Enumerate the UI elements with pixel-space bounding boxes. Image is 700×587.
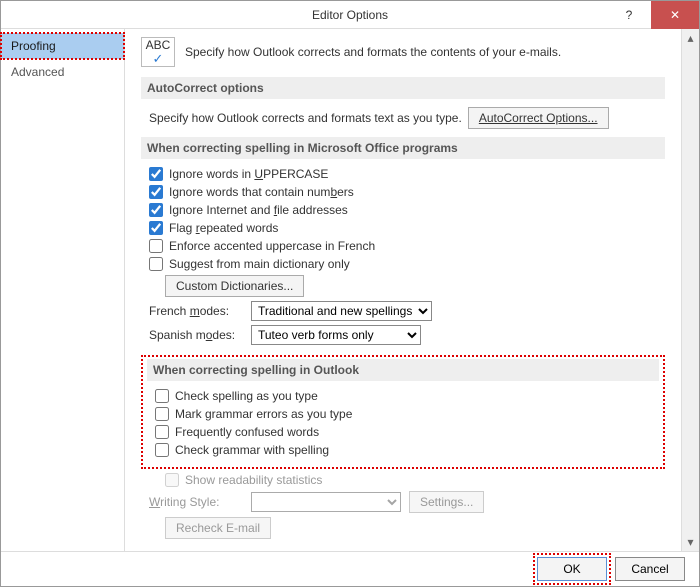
- editor-options-window: Editor Options ? ✕ Proofing Advanced ABC…: [0, 0, 700, 587]
- main-panel: ABC ✓ Specify how Outlook corrects and f…: [125, 29, 681, 551]
- main-wrap: ABC ✓ Specify how Outlook corrects and f…: [125, 29, 699, 551]
- writing-style-row: Writing Style: Settings...: [149, 491, 665, 513]
- check-grammar-spell[interactable]: Check grammar with spelling: [155, 443, 659, 457]
- ok-button[interactable]: OK: [537, 557, 607, 581]
- sidebar: Proofing Advanced: [1, 29, 125, 551]
- check-numbers[interactable]: Ignore words that contain numbers: [149, 185, 665, 199]
- check-grammar-type[interactable]: Mark grammar errors as you type: [155, 407, 659, 421]
- spanish-modes-label: Spanish modes:: [149, 328, 243, 342]
- custom-dict-row: Custom Dictionaries...: [165, 275, 665, 297]
- writing-style-label: Writing Style:: [149, 495, 243, 509]
- checkbox-internet[interactable]: [149, 203, 163, 217]
- checkbox-repeated[interactable]: [149, 221, 163, 235]
- check-readability: Show readability statistics: [165, 473, 665, 487]
- checkbox-grammar-type[interactable]: [155, 407, 169, 421]
- check-french-accent[interactable]: Enforce accented uppercase in French: [149, 239, 665, 253]
- autocorrect-row: Specify how Outlook corrects and formats…: [149, 107, 665, 129]
- spanish-modes-select[interactable]: Tuteo verb forms only: [251, 325, 421, 345]
- french-modes-label: French modes:: [149, 304, 243, 318]
- section-outlook: When correcting spelling in Outlook: [147, 359, 659, 381]
- check-icon: ✓: [153, 52, 164, 65]
- section-autocorrect: AutoCorrect options: [141, 77, 665, 99]
- checkbox-french-accent[interactable]: [149, 239, 163, 253]
- window-title: Editor Options: [312, 8, 388, 22]
- check-uppercase[interactable]: Ignore words in UPPERCASE: [149, 167, 665, 181]
- outlook-section-highlight: When correcting spelling in Outlook Chec…: [141, 355, 665, 469]
- check-main-dict[interactable]: Suggest from main dictionary only: [149, 257, 665, 271]
- checkbox-confused[interactable]: [155, 425, 169, 439]
- check-confused[interactable]: Frequently confused words: [155, 425, 659, 439]
- titlebar-buttons: ? ✕: [607, 1, 699, 28]
- spanish-modes-row: Spanish modes: Tuteo verb forms only: [149, 325, 665, 345]
- check-spell-type[interactable]: Check spelling as you type: [155, 389, 659, 403]
- checkbox-spell-type[interactable]: [155, 389, 169, 403]
- recheck-email-button: Recheck E-mail: [165, 517, 271, 539]
- settings-button: Settings...: [409, 491, 484, 513]
- scroll-up-icon[interactable]: ▴: [682, 29, 699, 47]
- check-repeated[interactable]: Flag repeated words: [149, 221, 665, 235]
- checkbox-main-dict[interactable]: [149, 257, 163, 271]
- autocorrect-options-button[interactable]: AutoCorrect Options...: [468, 107, 609, 129]
- proofing-icon: ABC ✓: [141, 37, 175, 67]
- intro-text: Specify how Outlook corrects and formats…: [185, 45, 561, 59]
- checkbox-grammar-spell[interactable]: [155, 443, 169, 457]
- custom-dictionaries-button[interactable]: Custom Dictionaries...: [165, 275, 304, 297]
- dialog-body: Proofing Advanced ABC ✓ Specify how Outl…: [1, 29, 699, 551]
- cancel-button[interactable]: Cancel: [615, 557, 685, 581]
- intro-row: ABC ✓ Specify how Outlook corrects and f…: [141, 37, 665, 67]
- titlebar: Editor Options ? ✕: [1, 1, 699, 29]
- recheck-row: Recheck E-mail: [165, 517, 665, 539]
- abc-text: ABC: [146, 39, 171, 51]
- checkbox-uppercase[interactable]: [149, 167, 163, 181]
- scroll-down-icon[interactable]: ▾: [682, 533, 699, 551]
- autocorrect-text: Specify how Outlook corrects and formats…: [149, 111, 462, 125]
- sidebar-item-advanced[interactable]: Advanced: [1, 59, 124, 85]
- writing-style-select: [251, 492, 401, 512]
- section-office: When correcting spelling in Microsoft Of…: [141, 137, 665, 159]
- check-internet[interactable]: Ignore Internet and file addresses: [149, 203, 665, 217]
- close-icon[interactable]: ✕: [651, 1, 699, 29]
- help-icon[interactable]: ?: [607, 1, 651, 29]
- checkbox-numbers[interactable]: [149, 185, 163, 199]
- french-modes-row: French modes: Traditional and new spelli…: [149, 301, 665, 321]
- sidebar-item-proofing[interactable]: Proofing: [1, 33, 124, 59]
- french-modes-select[interactable]: Traditional and new spellings: [251, 301, 432, 321]
- scrollbar[interactable]: ▴ ▾: [681, 29, 699, 551]
- footer: OK Cancel: [1, 551, 699, 586]
- checkbox-readability: [165, 473, 179, 487]
